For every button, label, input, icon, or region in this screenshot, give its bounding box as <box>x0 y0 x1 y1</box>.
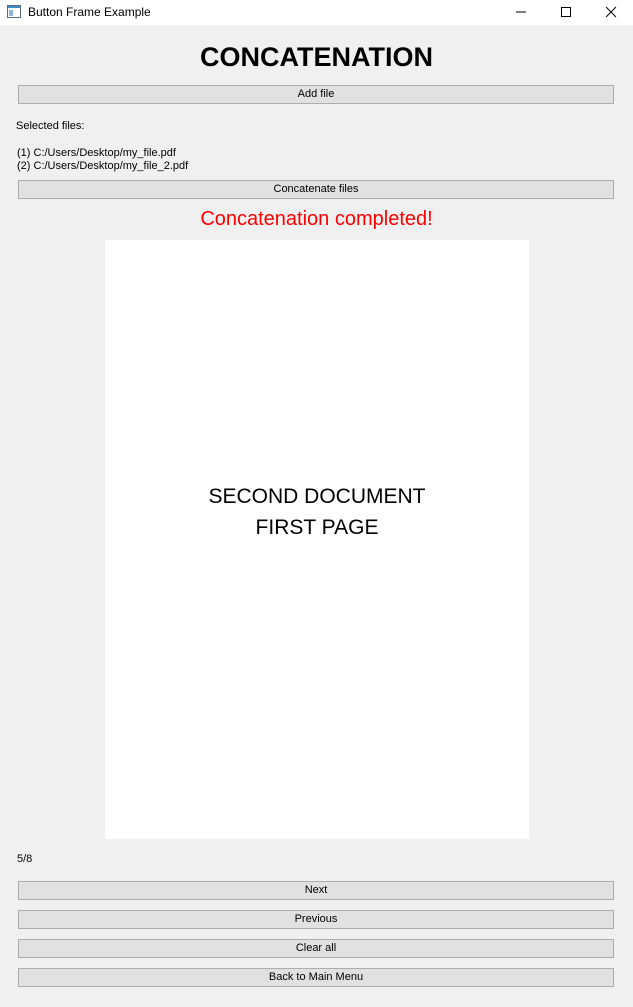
maximize-button[interactable] <box>543 0 589 25</box>
preview-line: FIRST PAGE <box>255 516 379 539</box>
selected-files-label: Selected files: <box>16 120 85 132</box>
concatenate-files-button[interactable]: Concatenate files <box>18 180 614 199</box>
page-title: CONCATENATION <box>200 42 433 72</box>
preview-line: SECOND DOCUMENT <box>208 485 426 508</box>
app-window: Button Frame Example CONCATENATION Add f… <box>0 0 633 1007</box>
file-list-item: (1) C:/Users/Desktop/my_file.pdf <box>17 147 176 159</box>
title-bar[interactable]: Button Frame Example <box>0 0 633 25</box>
status-message: Concatenation completed! <box>200 208 433 230</box>
preview-page-content: SECOND DOCUMENT FIRST PAGE <box>105 481 529 543</box>
page-counter: 5/8 <box>17 853 33 865</box>
minimize-button[interactable] <box>498 0 544 25</box>
add-file-button[interactable]: Add file <box>18 85 614 104</box>
window-title: Button Frame Example <box>28 5 151 19</box>
pdf-preview: SECOND DOCUMENT FIRST PAGE <box>105 240 529 839</box>
back-to-main-menu-button[interactable]: Back to Main Menu <box>18 968 614 987</box>
app-icon <box>7 5 21 18</box>
file-list-item: (2) C:/Users/Desktop/my_file_2.pdf <box>17 160 189 172</box>
close-button[interactable] <box>588 0 633 25</box>
clear-all-button[interactable]: Clear all <box>18 939 614 958</box>
close-icon <box>605 6 617 18</box>
next-button[interactable]: Next <box>18 881 614 900</box>
minimize-icon <box>516 11 526 13</box>
previous-button[interactable]: Previous <box>18 910 614 929</box>
maximize-icon <box>561 7 571 17</box>
